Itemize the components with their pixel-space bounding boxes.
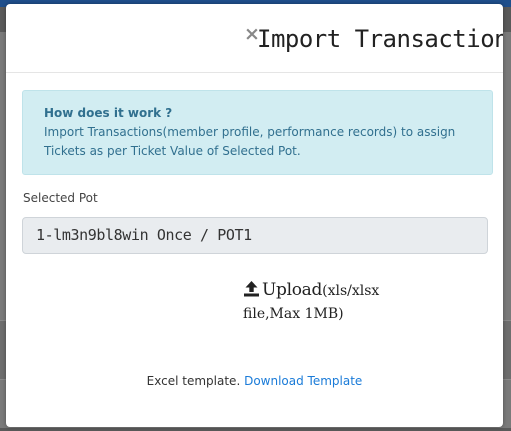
modal-header: × Import Transactions: [6, 4, 503, 73]
import-transactions-modal: × Import Transactions How does it work ?…: [6, 4, 503, 427]
info-body: Import Transactions(member profile, perf…: [44, 125, 456, 158]
upload-icon: [243, 280, 260, 303]
template-prefix: Excel template.: [146, 374, 241, 388]
info-alert: How does it work ? Import Transactions(m…: [22, 90, 493, 175]
upload-button[interactable]: Upload(xls/xlsx file,Max 1MB): [243, 280, 383, 325]
upload-label: Upload: [262, 280, 323, 300]
selected-pot-label: Selected Pot: [23, 191, 98, 205]
info-heading: How does it work ?: [44, 106, 173, 120]
template-line: Excel template. Download Template: [6, 374, 503, 388]
download-template-link[interactable]: Download Template: [244, 374, 362, 388]
modal-title: Import Transactions: [257, 25, 503, 53]
selected-pot-field: 1-lm3n9bl8win Once / POT1: [22, 217, 488, 254]
